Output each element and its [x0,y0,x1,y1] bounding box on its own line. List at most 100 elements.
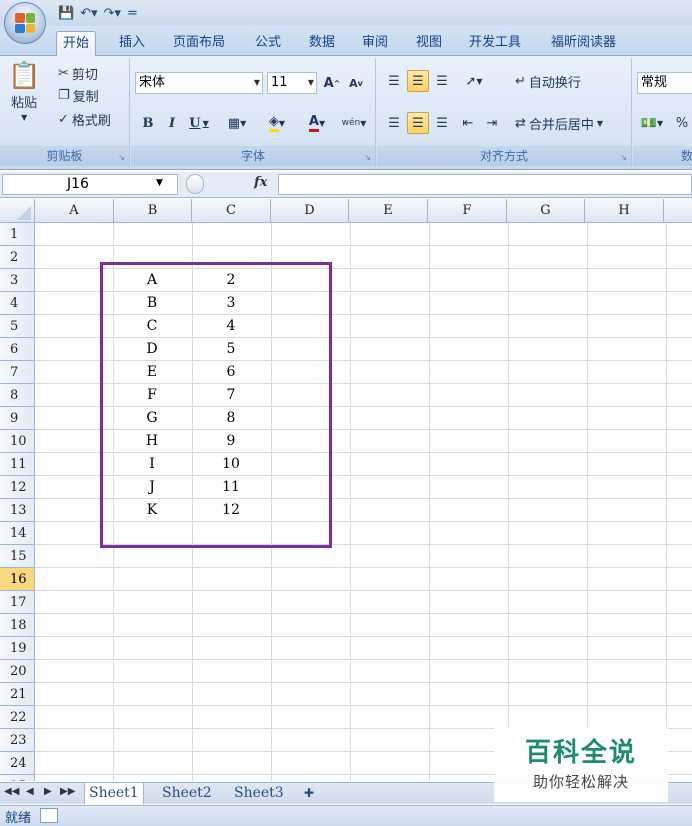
row-header[interactable]: 16 [0,568,35,591]
tab-review[interactable]: 审阅 [356,31,394,56]
row-header[interactable]: 7 [0,361,35,384]
tab-insert[interactable]: 插入 [113,31,151,56]
row-header[interactable]: 24 [0,752,35,775]
sheet-tab-sheet2[interactable]: Sheet2 [158,783,216,804]
copy-button[interactable]: ❐ 复制 [58,86,99,105]
cell-b[interactable]: C [122,315,182,338]
cell-c[interactable]: 3 [201,292,261,315]
bold-button[interactable]: B [137,112,159,134]
insert-function-button[interactable]: fx [254,175,267,190]
cell-b[interactable]: F [122,384,182,407]
row-header[interactable]: 3 [0,269,35,292]
last-sheet-icon[interactable]: ▶▶ [60,786,75,797]
row-header[interactable]: 1 [0,223,35,246]
office-button[interactable] [4,2,46,44]
first-sheet-icon[interactable]: ◀◀ [4,786,19,797]
row-header[interactable]: 19 [0,637,35,660]
font-size-select[interactable]: 11 ▼ [267,72,317,94]
row-header[interactable]: 6 [0,338,35,361]
row-header[interactable]: 18 [0,614,35,637]
undo-icon[interactable]: ↶▾ [80,6,97,21]
percent-style-button[interactable]: % [671,112,692,134]
cell-b[interactable]: I [122,453,182,476]
next-sheet-icon[interactable]: ▶ [44,786,52,797]
name-box[interactable]: J16 [2,174,178,195]
shrink-font-button[interactable]: Av [345,72,367,94]
format-painter-button[interactable]: ✓ 格式刷 [58,110,111,129]
cell-c[interactable]: 7 [201,384,261,407]
align-right-icon[interactable]: ☰ [431,112,453,134]
number-format-select[interactable]: 常规 [637,72,692,94]
underline-button[interactable]: U ▼ [185,112,213,134]
increase-indent-icon[interactable]: ⇥ [481,112,503,134]
cell-b[interactable]: A [122,269,182,292]
row-header[interactable]: 13 [0,499,35,522]
save-icon[interactable]: 💾 [58,6,74,21]
column-header[interactable]: F [428,199,507,223]
align-bottom-icon[interactable]: ☰ [431,70,453,92]
cell-c[interactable]: 10 [201,453,261,476]
formula-bar-toggle-icon[interactable] [186,174,204,194]
cell-b[interactable]: D [122,338,182,361]
row-header[interactable]: 14 [0,522,35,545]
formula-input[interactable] [278,174,692,195]
merge-center-button[interactable]: ⇄ 合并后居中 ▼ [515,114,603,133]
tab-developer[interactable]: 开发工具 [463,31,527,56]
column-header[interactable]: G [507,199,585,223]
row-header[interactable]: 2 [0,246,35,269]
row-header[interactable]: 5 [0,315,35,338]
align-middle-icon[interactable]: ☰ [407,70,429,92]
borders-button[interactable]: ▦ ▼ [219,112,255,134]
cell-b[interactable]: G [122,407,182,430]
column-header[interactable]: E [349,199,428,223]
row-header[interactable]: 23 [0,729,35,752]
column-header[interactable]: B [114,199,192,223]
paste-button[interactable]: 📋 粘贴 ▼ [8,62,40,122]
cell-c[interactable]: 9 [201,430,261,453]
tab-view[interactable]: 视图 [410,31,448,56]
tab-page-layout[interactable]: 页面布局 [167,31,231,56]
select-all-corner[interactable] [0,199,35,223]
cell-area[interactable]: A 2 B 3 C 4 D 5 E 6 F 7 G 8 H 9 I 10 J 11 K 12 [35,223,692,781]
macro-record-icon[interactable] [40,808,58,823]
align-left-icon[interactable]: ☰ [383,112,405,134]
row-header[interactable]: 22 [0,706,35,729]
cell-b[interactable]: H [122,430,182,453]
chevron-down-icon[interactable]: ▼ [156,178,163,188]
row-header[interactable]: 17 [0,591,35,614]
align-center-icon[interactable]: ☰ [407,112,429,134]
row-header[interactable]: 21 [0,683,35,706]
cell-c[interactable]: 12 [201,499,261,522]
tab-formulas[interactable]: 公式 [249,31,287,56]
dialog-launcher-icon[interactable]: ↘ [620,153,627,162]
cut-button[interactable]: ✂ 剪切 [58,64,98,83]
font-color-button[interactable]: A ▼ [299,112,335,134]
align-top-icon[interactable]: ☰ [383,70,405,92]
cell-c[interactable]: 8 [201,407,261,430]
fill-color-button[interactable]: ◈ ▼ [259,112,295,134]
accounting-format-icon[interactable]: 💵 ▼ [637,112,667,134]
wrap-text-button[interactable]: ↵ 自动换行 [515,72,581,91]
cell-c[interactable]: 6 [201,361,261,384]
row-header[interactable]: 25 [0,775,35,781]
row-header[interactable]: 8 [0,384,35,407]
cell-c[interactable]: 2 [201,269,261,292]
phonetic-button[interactable]: wén ▼ [337,112,371,134]
tab-home[interactable]: 开始 [56,31,97,56]
grow-font-button[interactable]: A ^ [321,72,343,94]
tab-data[interactable]: 数据 [303,31,341,56]
cell-b[interactable]: E [122,361,182,384]
dialog-launcher-icon[interactable]: ↘ [118,153,125,162]
row-header[interactable]: 9 [0,407,35,430]
italic-button[interactable]: I [161,112,183,134]
cell-c[interactable]: 5 [201,338,261,361]
cell-b[interactable]: B [122,292,182,315]
row-header[interactable]: 20 [0,660,35,683]
cell-b[interactable]: K [122,499,182,522]
decrease-indent-icon[interactable]: ⇤ [457,112,479,134]
sheet-tab-sheet1[interactable]: Sheet1 [84,783,144,804]
column-header-partial[interactable] [664,199,692,223]
column-header[interactable]: H [585,199,664,223]
redo-icon[interactable]: ↷▾ [104,6,121,21]
font-name-select[interactable]: 宋体 ▼ [135,72,263,94]
